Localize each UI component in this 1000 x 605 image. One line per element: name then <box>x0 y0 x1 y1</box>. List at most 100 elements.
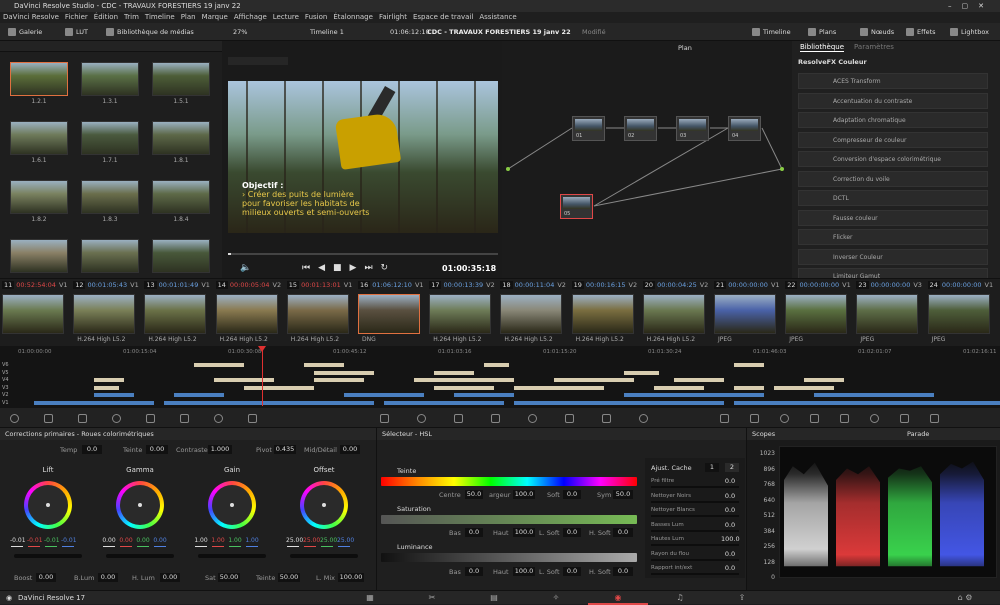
haut-field[interactable]: 100.0 <box>513 528 535 537</box>
speaker-icon[interactable]: 🔈 <box>240 263 251 273</box>
node-02[interactable]: 02 <box>624 116 657 141</box>
page-tab-4[interactable]: ◉ <box>588 591 648 605</box>
scope-mode-select[interactable]: Parade <box>907 430 929 438</box>
clip-thumb[interactable] <box>358 294 420 334</box>
menu-item-6[interactable]: Marque <box>202 13 228 21</box>
timeline-clip[interactable] <box>94 385 119 390</box>
plans-button[interactable]: Plans <box>808 23 836 41</box>
gallery-thumb[interactable] <box>152 239 210 273</box>
palette-tool-icon[interactable] <box>78 414 87 423</box>
boost-field[interactable]: 0.00 <box>36 573 56 582</box>
timeline-clip[interactable] <box>94 393 134 397</box>
wheel-value[interactable]: 0.00 <box>119 537 133 544</box>
fx-item[interactable]: Conversion d'espace colorimétrique <box>798 151 988 167</box>
timeline-clip[interactable] <box>194 363 244 367</box>
clip-thumb[interactable] <box>73 294 136 334</box>
timeline-clip[interactable] <box>164 400 374 405</box>
mask-param-slider[interactable] <box>651 529 739 532</box>
menu-item-2[interactable]: Édition <box>94 13 118 21</box>
palette-tool-icon[interactable] <box>528 414 537 423</box>
timeline-clip[interactable] <box>454 393 514 397</box>
timeline-clip[interactable] <box>414 378 514 382</box>
timeline-clip[interactable] <box>514 400 724 405</box>
mask-param-slider[interactable] <box>651 515 739 517</box>
menu-item-5[interactable]: Plan <box>181 13 196 21</box>
wheel-center[interactable] <box>138 503 142 507</box>
menu-item-3[interactable]: Trim <box>124 13 139 21</box>
timeline-clip[interactable] <box>774 385 834 390</box>
palette-tool-icon[interactable] <box>44 414 53 423</box>
timeline-clip[interactable] <box>514 385 604 390</box>
mask-param-slider[interactable] <box>651 486 739 488</box>
timeline-clip[interactable] <box>434 370 474 375</box>
page-tab-3[interactable]: ✧ <box>526 591 586 605</box>
page-tab-1[interactable]: ✂ <box>402 591 462 605</box>
wheel-value[interactable]: 25.00 <box>320 537 337 544</box>
timeline-clip[interactable] <box>174 393 224 397</box>
clip-thumb[interactable] <box>286 294 349 334</box>
lsoft-field[interactable]: 0.0 <box>563 528 581 537</box>
saturation-ramp[interactable] <box>381 515 637 524</box>
centre-field[interactable]: 50.0 <box>465 490 483 499</box>
menu-item-12[interactable]: Espace de travail <box>413 13 473 21</box>
timeline-clip[interactable] <box>304 363 344 367</box>
wheel-value[interactable]: 25.00 <box>337 537 354 544</box>
timeline-clip[interactable] <box>344 393 424 397</box>
wheel-slider[interactable] <box>14 554 82 558</box>
timeline-clip[interactable] <box>674 378 724 382</box>
timeline-clip[interactable] <box>244 385 284 390</box>
media-library-button[interactable]: Bibliothèque de médias <box>106 23 194 41</box>
wheel-center[interactable] <box>230 503 234 507</box>
teinte-field[interactable]: 0.00 <box>146 445 168 454</box>
gallery-thumb[interactable] <box>81 180 139 214</box>
menu-item-8[interactable]: Lecture <box>273 13 299 21</box>
zoom-select[interactable]: 27% <box>233 23 247 41</box>
palette-tool-icon[interactable] <box>112 414 121 423</box>
clip-thumb[interactable] <box>144 294 207 334</box>
timeline-clip[interactable] <box>284 385 314 390</box>
palette-tool-icon[interactable] <box>750 414 759 423</box>
palette-tool-icon[interactable] <box>780 414 789 423</box>
video-frame[interactable]: Objectif : › Créer des puits de lumière … <box>228 81 498 233</box>
transport-controls[interactable]: ⏮◀■▶⏭↻ <box>302 263 396 273</box>
menu-item-9[interactable]: Fusion <box>305 13 327 21</box>
hlum-field[interactable]: 0.00 <box>160 573 180 582</box>
temp-field[interactable]: 0.0 <box>82 445 102 454</box>
timeline-button[interactable]: Timeline <box>752 23 791 41</box>
mid-field[interactable]: 0.00 <box>340 445 360 454</box>
gallery-thumb[interactable] <box>81 239 139 273</box>
mask-param-slider[interactable] <box>651 500 739 503</box>
mask-param-value[interactable]: 100.0 <box>721 535 740 544</box>
wheel-value[interactable]: -0.01 <box>10 537 26 544</box>
luminance-ramp[interactable] <box>381 553 637 562</box>
node-03[interactable]: 03 <box>676 116 709 141</box>
timeline-clip[interactable] <box>434 385 494 390</box>
mini-timeline[interactable]: 01:00:00:00 01:00:15:04 01:00:30:08 01:00:4… <box>0 346 1000 408</box>
node-04[interactable]: 04 <box>728 116 761 141</box>
teinte2-field[interactable]: 50.00 <box>278 573 300 582</box>
wheel-value[interactable]: 0.00 <box>102 537 116 544</box>
palette-tool-icon[interactable] <box>602 414 611 423</box>
timeline-clip[interactable] <box>654 385 704 390</box>
menu-item-7[interactable]: Affichage <box>234 13 267 21</box>
bas2-field[interactable]: 0.0 <box>465 567 483 576</box>
timeline-clip[interactable] <box>34 400 154 405</box>
timeline-clip[interactable] <box>734 400 1000 405</box>
node-01[interactable]: 01 <box>572 116 605 141</box>
fx-item[interactable]: Compresseur de couleur <box>798 131 988 148</box>
mask-param-slider[interactable] <box>651 558 739 561</box>
timeline-clip[interactable] <box>734 385 764 390</box>
lsoft2-field[interactable]: 0.0 <box>563 567 581 576</box>
wheel-value[interactable]: -0.01 <box>61 537 77 544</box>
wheel-center[interactable] <box>322 503 326 507</box>
timeline-clip[interactable] <box>214 378 274 382</box>
menu-item-13[interactable]: Assistance <box>479 13 516 21</box>
page-tab-2[interactable]: ▤ <box>464 591 524 605</box>
wheel-value[interactable]: 1.00 <box>194 537 208 544</box>
wheel-value[interactable]: 1.00 <box>211 537 225 544</box>
palette-tool-icon[interactable] <box>900 414 909 423</box>
wheel-value[interactable]: 25.00 <box>303 537 320 544</box>
mask-param-slider[interactable] <box>651 544 739 546</box>
scrub-head[interactable] <box>228 253 231 255</box>
palette-tool-icon[interactable] <box>180 414 189 423</box>
